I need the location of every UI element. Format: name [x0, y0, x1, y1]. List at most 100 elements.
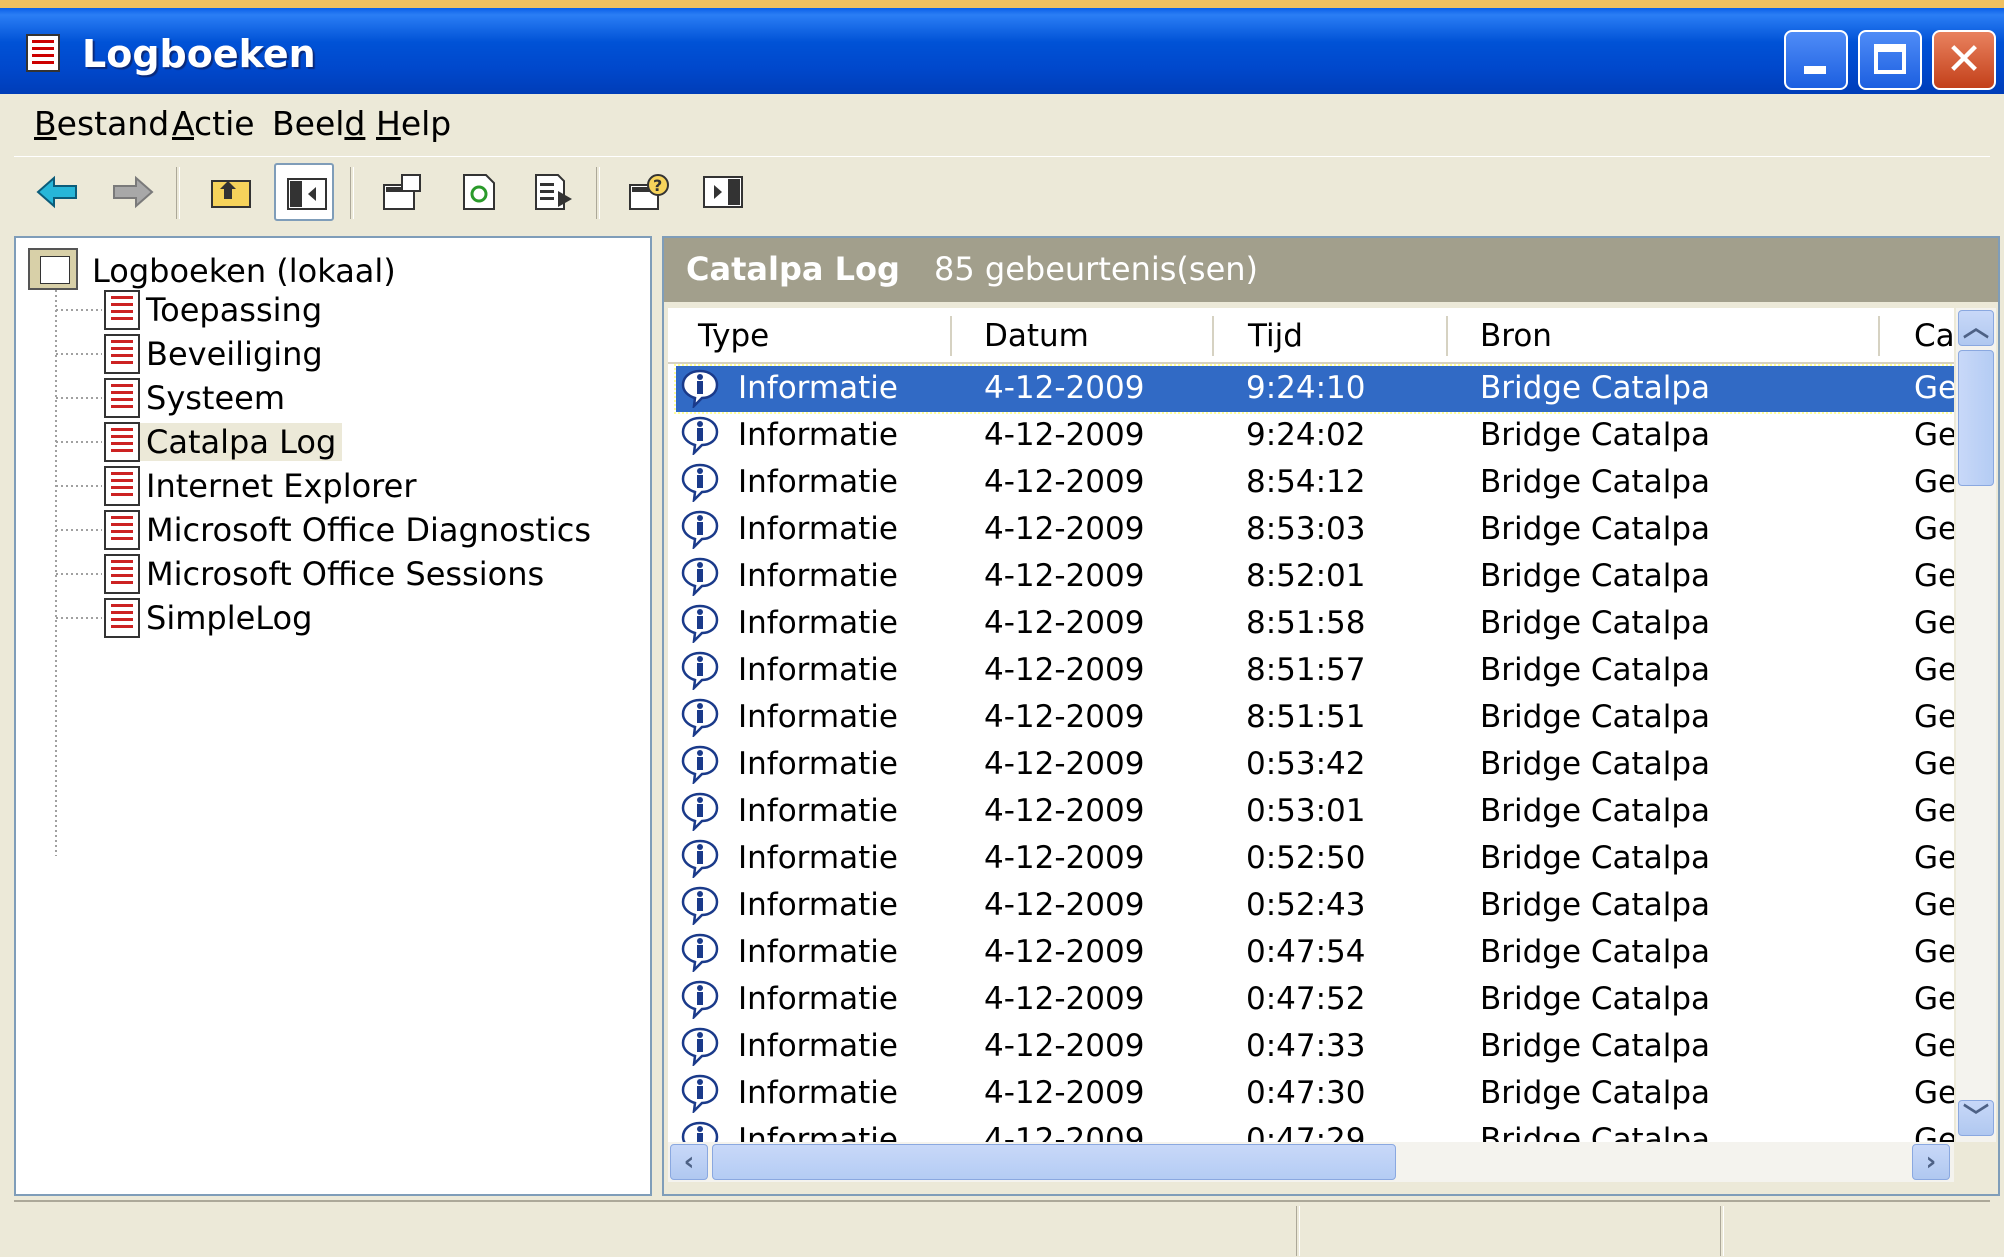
cell-type: Informatie	[738, 934, 898, 970]
column-divider[interactable]	[1446, 316, 1448, 356]
table-row[interactable]: Informatie 4-12-2009 0:47:30 Bridge Catalpa…	[676, 1071, 1954, 1117]
table-row[interactable]: Informatie 4-12-2009 9:24:02 Bridge Catalpa…	[676, 413, 1954, 459]
table-row[interactable]: Informatie 4-12-2009 0:47:54 Bridge Catalpa…	[676, 930, 1954, 976]
cell-datum: 4-12-2009	[984, 1122, 1145, 1142]
scroll-down-button[interactable]: ﹀	[1958, 1100, 1994, 1136]
cell-type: Informatie	[738, 887, 898, 923]
cell-categorie: Ge	[1914, 793, 1954, 829]
cell-bron: Bridge Catalpa	[1480, 981, 1710, 1017]
chevron-right-icon: ›	[1925, 1147, 1937, 1177]
cell-tijd: 8:54:12	[1246, 464, 1366, 500]
column-bron[interactable]: Bron	[1480, 318, 1552, 354]
chevron-left-icon: ‹	[683, 1147, 695, 1177]
cell-datum: 4-12-2009	[984, 464, 1145, 500]
cell-bron: Bridge Catalpa	[1480, 652, 1710, 688]
menu-actie[interactable]: Actie	[172, 104, 255, 143]
cell-datum: 4-12-2009	[984, 558, 1145, 594]
table-row[interactable]: Informatie 4-12-2009 0:47:33 Bridge Catalpa…	[676, 1024, 1954, 1070]
table-row[interactable]: Informatie 4-12-2009 0:47:52 Bridge Catalpa…	[676, 977, 1954, 1023]
table-row[interactable]: Informatie 4-12-2009 8:51:57 Bridge Catalpa…	[676, 648, 1954, 694]
status-separator	[1720, 1206, 1724, 1256]
information-icon	[681, 604, 719, 643]
cell-bron: Bridge Catalpa	[1480, 417, 1710, 453]
title-bar[interactable]: Logboeken ✕	[0, 0, 2004, 94]
column-datum[interactable]: Datum	[984, 318, 1089, 354]
information-icon	[681, 839, 719, 878]
cell-tijd: 0:52:50	[1246, 840, 1366, 876]
cell-categorie: Ge	[1914, 887, 1954, 923]
event-viewer-app-icon[interactable]	[26, 34, 60, 72]
table-row[interactable]: Informatie 4-12-2009 0:53:42 Bridge Catalpa…	[676, 742, 1954, 788]
forward-button[interactable]	[102, 163, 162, 221]
show-tree-icon	[287, 178, 327, 210]
status-bar	[14, 1200, 1990, 1257]
column-divider[interactable]	[950, 316, 952, 356]
cell-tijd: 8:51:51	[1246, 699, 1366, 735]
forward-arrow-icon	[113, 175, 154, 209]
cell-type: Informatie	[738, 558, 898, 594]
table-row[interactable]: Informatie 4-12-2009 0:52:43 Bridge Catalpa…	[676, 883, 1954, 929]
column-tijd[interactable]: Tijd	[1248, 318, 1303, 354]
menu-beeld[interactable]: Beeld	[272, 104, 365, 143]
information-icon	[681, 1074, 719, 1113]
cell-tijd: 8:53:03	[1246, 511, 1366, 547]
cell-tijd: 0:53:01	[1246, 793, 1366, 829]
help-button[interactable]: ?	[618, 163, 678, 221]
up-folder-icon	[211, 180, 251, 208]
refresh-button[interactable]	[448, 163, 508, 221]
export-list-button[interactable]	[522, 163, 582, 221]
table-row[interactable]: Informatie 4-12-2009 0:52:50 Bridge Catalpa…	[676, 836, 1954, 882]
information-icon	[681, 933, 719, 972]
maximize-button[interactable]	[1858, 30, 1922, 90]
cell-datum: 4-12-2009	[984, 934, 1145, 970]
cell-tijd: 0:47:33	[1246, 1028, 1366, 1064]
scroll-up-button[interactable]: ︿	[1958, 310, 1994, 346]
table-row[interactable]: Informatie 4-12-2009 8:53:03 Bridge Catalpa…	[676, 507, 1954, 553]
cell-type: Informatie	[738, 840, 898, 876]
table-row[interactable]: Informatie 4-12-2009 9:24:10 Bridge Catalpa…	[674, 364, 1954, 414]
show-hide-tree-button[interactable]	[274, 163, 334, 221]
table-row[interactable]: Informatie 4-12-2009 0:47:29 Bridge Catalpa…	[676, 1118, 1954, 1142]
cell-tijd: 0:47:30	[1246, 1075, 1366, 1111]
cell-datum: 4-12-2009	[984, 1028, 1145, 1064]
menu-help[interactable]: Help	[376, 104, 451, 143]
cell-type: Informatie	[738, 652, 898, 688]
up-one-level-button[interactable]	[200, 163, 260, 221]
column-divider[interactable]	[1212, 316, 1214, 356]
cell-categorie: Ge	[1914, 840, 1954, 876]
column-categorie[interactable]: Ca	[1914, 318, 1954, 354]
cell-type: Informatie	[738, 1122, 898, 1142]
scroll-right-button[interactable]: ›	[1912, 1144, 1950, 1180]
cell-bron: Bridge Catalpa	[1480, 370, 1710, 406]
table-row[interactable]: Informatie 4-12-2009 8:51:51 Bridge Catalpa…	[676, 695, 1954, 741]
log-open-icon	[104, 422, 140, 462]
close-button[interactable]: ✕	[1932, 30, 1996, 90]
table-row[interactable]: Informatie 4-12-2009 8:54:12 Bridge Catalpa…	[676, 460, 1954, 506]
cell-bron: Bridge Catalpa	[1480, 746, 1710, 782]
table-row[interactable]: Informatie 4-12-2009 8:51:58 Bridge Catalpa…	[676, 601, 1954, 647]
vertical-scrollbar[interactable]: ︿ ﹀	[1956, 308, 1996, 1142]
minimize-icon	[1804, 66, 1826, 74]
cell-categorie: Ge	[1914, 370, 1954, 406]
action-pane-button[interactable]	[692, 163, 752, 221]
vertical-scroll-thumb[interactable]	[1958, 350, 1994, 486]
event-list[interactable]: Type Datum Tijd Bron Ca Informatie 4-12-2…	[668, 308, 1954, 1142]
column-type[interactable]: Type	[698, 318, 769, 354]
horizontal-scroll-thumb[interactable]	[712, 1144, 1396, 1180]
properties-button[interactable]	[372, 163, 432, 221]
cell-bron: Bridge Catalpa	[1480, 1028, 1710, 1064]
table-row[interactable]: Informatie 4-12-2009 0:53:01 Bridge Catalpa…	[676, 789, 1954, 835]
table-row[interactable]: Informatie 4-12-2009 8:52:01 Bridge Catalpa…	[676, 554, 1954, 600]
minimize-button[interactable]	[1784, 30, 1848, 90]
cell-datum: 4-12-2009	[984, 793, 1145, 829]
column-divider[interactable]	[1878, 316, 1880, 356]
log-icon	[104, 510, 140, 550]
status-separator	[1296, 1206, 1300, 1256]
back-button[interactable]	[26, 163, 86, 221]
menu-bestand[interactable]: Bestand	[34, 104, 169, 143]
cell-type: Informatie	[738, 417, 898, 453]
horizontal-scrollbar[interactable]: ‹ ›	[668, 1142, 1954, 1182]
cell-categorie: Ge	[1914, 699, 1954, 735]
information-icon	[681, 745, 719, 784]
scroll-left-button[interactable]: ‹	[670, 1144, 708, 1180]
